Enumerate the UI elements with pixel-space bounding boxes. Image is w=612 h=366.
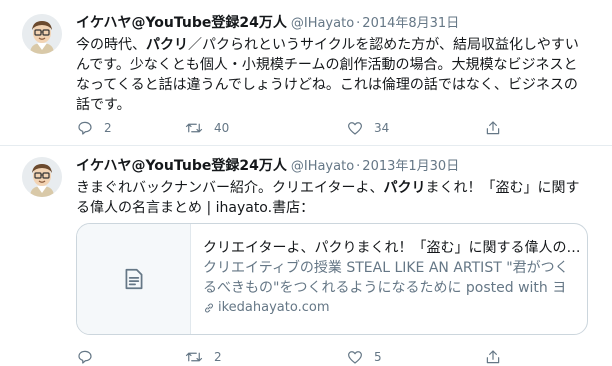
tweet-actions: 2 40 34 bbox=[76, 118, 506, 138]
heart-icon bbox=[348, 122, 362, 135]
retweet-button[interactable]: 2 bbox=[184, 347, 222, 366]
share-icon bbox=[486, 121, 500, 135]
tweet-text: きまぐれバックナンバー紹介。クリエイターよ、パクリまくれ！「盗む」に関する偉人の… bbox=[76, 178, 588, 218]
retweet-icon bbox=[185, 352, 203, 362]
retweet-count: 2 bbox=[214, 350, 222, 364]
share-button[interactable] bbox=[484, 347, 502, 366]
tweet-text: 今の時代、パクリ／パクられというサイクルを認めた方が、結局収益化しやすいんです。… bbox=[76, 35, 588, 115]
reply-button[interactable]: 2 bbox=[76, 118, 112, 138]
like-count: 34 bbox=[374, 121, 390, 135]
user-handle[interactable]: @IHayato bbox=[291, 16, 354, 31]
card-domain-text: ikedahayato.com bbox=[218, 300, 330, 315]
reply-icon bbox=[78, 350, 92, 364]
reply-icon bbox=[78, 121, 92, 135]
avatar[interactable] bbox=[22, 14, 62, 54]
avatar-illustration-icon bbox=[22, 157, 62, 197]
like-button[interactable]: 5 bbox=[346, 347, 382, 366]
link-card[interactable]: クリエイターよ、パクりまくれ！「盗む」に関する偉人の… クリエイティブの授業 S… bbox=[76, 223, 588, 335]
share-icon bbox=[486, 350, 500, 364]
avatar-illustration-icon bbox=[22, 14, 62, 54]
retweet-count: 40 bbox=[214, 121, 230, 135]
card-description: クリエイティブの授業 STEAL LIKE AN ARTIST "君がつくるべき… bbox=[203, 260, 569, 296]
display-name[interactable]: イケハヤ@YouTube登録24万人 bbox=[76, 15, 287, 31]
share-button[interactable] bbox=[484, 118, 502, 138]
tweet-date[interactable]: 2014年8月31日 bbox=[362, 16, 459, 31]
retweet-button[interactable]: 40 bbox=[184, 118, 229, 138]
tweet[interactable]: イケハヤ@YouTube登録24万人 @IHayato · 2013年1月30日 きま… bbox=[0, 147, 612, 366]
tweet-date[interactable]: 2013年1月30日 bbox=[362, 159, 459, 174]
card-domain: ikedahayato.com bbox=[203, 298, 579, 318]
tweet-actions: 2 5 bbox=[76, 347, 506, 366]
card-thumbnail bbox=[77, 224, 191, 334]
tweet-header: イケハヤ@YouTube登録24万人 @IHayato · 2013年1月30日 bbox=[76, 156, 459, 176]
timeline: イケハヤ@YouTube登録24万人 @IHayato · 2014年8月31日 今の… bbox=[0, 0, 612, 366]
heart-icon bbox=[348, 351, 362, 364]
display-name[interactable]: イケハヤ@YouTube登録24万人 bbox=[76, 158, 287, 174]
tweet-text-highlight: パクリ bbox=[383, 180, 426, 196]
reply-count: 2 bbox=[104, 121, 112, 135]
tweet-text-part: 今の時代、 bbox=[76, 37, 146, 53]
link-icon bbox=[205, 303, 213, 313]
retweet-icon bbox=[185, 123, 203, 133]
tweet-text-highlight: パクリ bbox=[146, 37, 188, 53]
separator: · bbox=[356, 159, 361, 174]
tweet[interactable]: イケハヤ@YouTube登録24万人 @IHayato · 2014年8月31日 今の… bbox=[0, 0, 612, 146]
user-handle[interactable]: @IHayato bbox=[291, 159, 354, 174]
reply-button[interactable] bbox=[76, 347, 104, 366]
tweet-header: イケハヤ@YouTube登録24万人 @IHayato · 2014年8月31日 bbox=[76, 13, 459, 33]
document-icon bbox=[125, 268, 142, 290]
separator: · bbox=[356, 16, 361, 31]
card-text: クリエイターよ、パクりまくれ！「盗む」に関する偉人の… クリエイティブの授業 S… bbox=[203, 238, 579, 318]
tweet-text-part: きまぐれバックナンバー紹介。クリエイターよ、 bbox=[76, 180, 384, 196]
like-button[interactable]: 34 bbox=[346, 118, 389, 138]
card-title[interactable]: クリエイターよ、パクりまくれ！「盗む」に関する偉人の… bbox=[203, 238, 579, 258]
like-count: 5 bbox=[374, 350, 382, 364]
avatar[interactable] bbox=[22, 157, 62, 197]
